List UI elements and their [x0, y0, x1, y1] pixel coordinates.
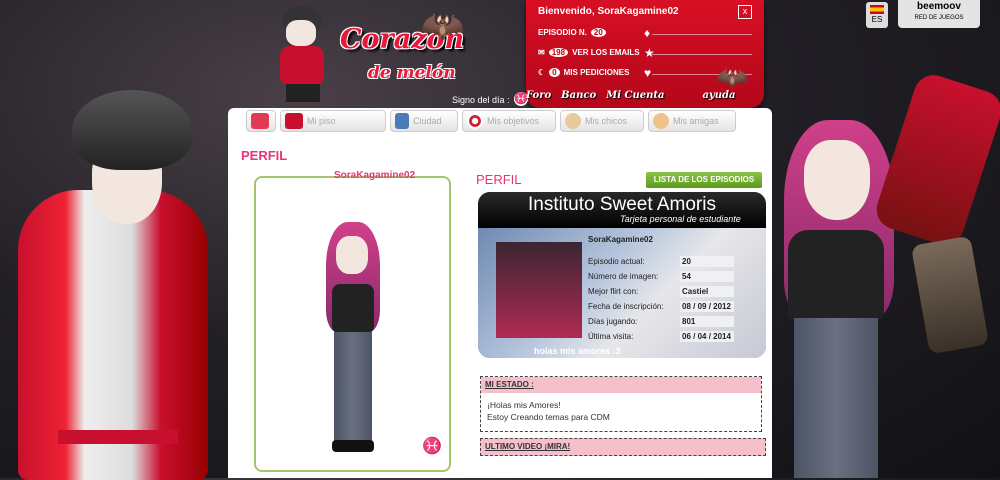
- girl-icon: [653, 113, 669, 129]
- tab-ciudad[interactable]: Ciudad: [390, 110, 458, 132]
- pisces-sign-icon: ♓: [422, 438, 442, 455]
- episode-number: 20: [590, 28, 606, 37]
- card-title: Instituto Sweet Amoris: [528, 194, 716, 215]
- boy-icon: [565, 113, 581, 129]
- heart-icon[interactable]: ♥: [644, 66, 651, 80]
- card-portrait: [496, 242, 582, 338]
- tab-mi-piso[interactable]: Mi piso: [280, 110, 386, 132]
- bat-icon: 🦇: [716, 62, 749, 92]
- field-value: 20: [680, 256, 734, 267]
- card-subtitle: Tarjeta personal de estudiante: [620, 214, 741, 224]
- field-label: Última visita:: [588, 332, 634, 341]
- beemoov-label: beemoov: [917, 1, 961, 12]
- tab-label: Mi piso: [307, 116, 336, 126]
- page-title: PERFIL: [241, 148, 288, 163]
- field-label: Mejor flirt con:: [588, 287, 639, 296]
- field-value: 06 / 04 / 2014: [680, 331, 734, 342]
- beemoov-logo[interactable]: beemoov RED DE JUEGOS: [898, 0, 980, 28]
- sign-of-day-label: Signo del día :: [452, 95, 510, 105]
- logout-button[interactable]: x: [738, 5, 752, 19]
- nav-tabs: Mi piso Ciudad Mis objetivos Mis chicos …: [246, 110, 736, 132]
- requests-count: 0: [549, 68, 560, 77]
- language-label: ES: [871, 15, 883, 24]
- avatar-figure: [318, 222, 388, 454]
- field-label: Fecha de inscripción:: [588, 302, 664, 311]
- episode-row[interactable]: EPISODIO N. 20: [538, 28, 606, 37]
- top-menu: Foro Banco Mi Cuenta ayuda: [526, 90, 736, 101]
- tab-mis-amigas[interactable]: Mis amigas: [648, 110, 736, 132]
- tab-label: Mis objetivos: [487, 116, 540, 126]
- avatar-username: SoraKagamine02: [334, 170, 416, 181]
- menu-foro[interactable]: Foro: [526, 90, 551, 101]
- tab-mis-chicos[interactable]: Mis chicos: [560, 110, 644, 132]
- bat-icon: 🦇: [420, 5, 465, 46]
- field-value: Castiel: [680, 286, 734, 297]
- requests-row[interactable]: ☾ 0 MIS PEDICIONES: [538, 68, 629, 77]
- left-character-illustration: [0, 70, 230, 480]
- moon-icon: ☾: [538, 68, 546, 77]
- tab-label: Mis chicos: [585, 116, 628, 126]
- status-heading: MI ESTADO :: [481, 377, 761, 393]
- mail-icon: ✉: [538, 48, 545, 57]
- tab-label: Ciudad: [413, 116, 442, 126]
- profile-subtitle: PERFIL: [476, 172, 522, 187]
- status-line: ¡Holas mis Amores!: [487, 400, 561, 410]
- main-panel: Mi piso Ciudad Mis objetivos Mis chicos …: [228, 108, 772, 478]
- avatar-card: [254, 176, 451, 472]
- target-icon: [467, 113, 483, 129]
- field-label: Días jugando:: [588, 317, 638, 326]
- latest-video-link[interactable]: ULTIMO VIDEO ¡MIRA!: [480, 438, 766, 456]
- episodes-list-button[interactable]: LISTA DE LOS EPISODIOS: [646, 172, 762, 188]
- card-status-text: holas mis amores :3: [534, 346, 621, 356]
- logo-title[interactable]: Corazón: [340, 26, 490, 54]
- building-icon: [395, 113, 409, 129]
- beemoov-sub: RED DE JUEGOS: [914, 15, 964, 21]
- language-selector[interactable]: ES: [866, 2, 888, 28]
- home-icon: [251, 113, 269, 129]
- spain-flag-icon: [870, 5, 884, 14]
- field-label: Episodio actual:: [588, 257, 645, 266]
- welcome-text: Bienvenido, SoraKagamine02: [538, 6, 679, 17]
- tab-home[interactable]: [246, 110, 276, 132]
- emails-row[interactable]: ✉ 198 VER LOS EMAILS: [538, 48, 640, 57]
- sofa-icon: [285, 113, 303, 129]
- menu-mi-cuenta[interactable]: Mi Cuenta: [606, 90, 664, 101]
- tab-label: Mis amigas: [673, 116, 719, 126]
- star-icon[interactable]: ★: [644, 46, 655, 60]
- episode-label: EPISODIO N.: [538, 28, 587, 37]
- requests-label: MIS PEDICIONES: [563, 68, 630, 77]
- field-value: 08 / 09 / 2012: [680, 301, 734, 312]
- field-value: 54: [680, 271, 734, 282]
- card-name: SoraKagamine02: [588, 235, 653, 244]
- student-id-card: Instituto Sweet Amoris Tarjeta personal …: [478, 192, 766, 358]
- emails-count: 198: [548, 48, 569, 57]
- logo-subtitle: de melón: [368, 63, 456, 83]
- tab-mis-objetivos[interactable]: Mis objetivos: [462, 110, 556, 132]
- emails-label: VER LOS EMAILS: [572, 48, 640, 57]
- status-box: MI ESTADO : ¡Holas mis Amores! Estoy Cre…: [480, 376, 762, 432]
- right-character-illustration: [774, 40, 1000, 478]
- menu-banco[interactable]: Banco: [561, 90, 596, 101]
- status-line: Estoy Creando temas para CDM: [487, 412, 610, 422]
- chibi-mascot: [272, 6, 332, 104]
- field-value: 801: [680, 316, 734, 327]
- diamond-icon[interactable]: ♦: [644, 26, 650, 40]
- field-label: Número de imagen:: [588, 272, 659, 281]
